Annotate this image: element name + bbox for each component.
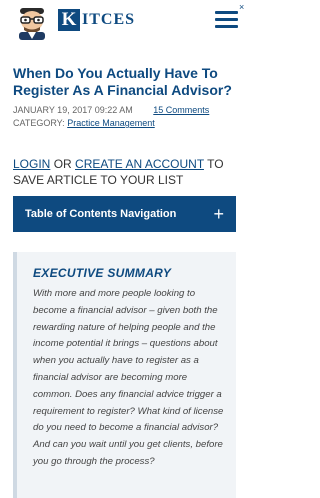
article-category: CATEGORY: Practice Management bbox=[13, 117, 243, 129]
executive-summary: EXECUTIVE SUMMARY With more and more peo… bbox=[13, 252, 236, 498]
plus-icon: + bbox=[213, 204, 224, 224]
login-link[interactable]: LOGIN bbox=[13, 157, 50, 171]
close-icon[interactable]: × bbox=[239, 3, 244, 12]
publish-date: JANUARY 19, 2017 09:22 AM bbox=[13, 105, 133, 115]
site-header: K ITCES × bbox=[0, 0, 250, 40]
create-account-link[interactable]: CREATE AN ACCOUNT bbox=[75, 157, 204, 171]
article-meta: JANUARY 19, 2017 09:22 AM 15 Comments bbox=[13, 104, 243, 116]
comments-link[interactable]: 15 Comments bbox=[153, 105, 209, 115]
page: K ITCES × When Do You Actually Have To R… bbox=[0, 0, 250, 498]
category-link[interactable]: Practice Management bbox=[67, 118, 155, 128]
toc-label: Table of Contents Navigation bbox=[25, 208, 177, 220]
hamburger-menu-icon[interactable] bbox=[215, 11, 238, 29]
toc-toggle-button[interactable]: Table of Contents Navigation + bbox=[13, 196, 236, 232]
logo-wordmark: ITCES bbox=[82, 11, 136, 28]
cartoon-avatar-icon[interactable] bbox=[12, 6, 52, 40]
logo-mark: K bbox=[58, 9, 80, 31]
category-label: CATEGORY: bbox=[13, 118, 65, 128]
save-article-prompt: LOGIN OR CREATE AN ACCOUNT TO SAVE ARTIC… bbox=[13, 156, 245, 188]
kitces-logo[interactable]: K ITCES bbox=[58, 9, 135, 31]
summary-title: EXECUTIVE SUMMARY bbox=[33, 266, 172, 280]
article-title: When Do You Actually Have To Register As… bbox=[13, 65, 232, 98]
or-text: OR bbox=[53, 157, 72, 171]
summary-body: With more and more people looking to bec… bbox=[33, 288, 224, 467]
